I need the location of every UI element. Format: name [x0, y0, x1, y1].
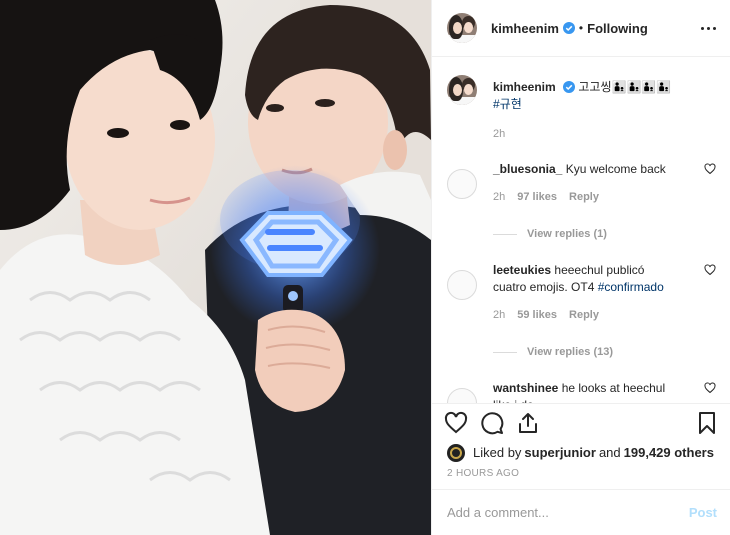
heart-icon[interactable] — [444, 411, 468, 435]
comment-reply-button[interactable]: Reply — [569, 189, 599, 206]
add-comment-input[interactable] — [447, 505, 689, 521]
view-replies-label: View replies (1) — [527, 228, 607, 241]
comment-item: leeteukies heeechul publicó cuatro emoji… — [447, 262, 716, 324]
comment-timestamp: 2h — [493, 309, 506, 322]
commenter-avatar[interactable] — [447, 270, 477, 301]
commenter-username-link[interactable]: leeteukies — [493, 263, 551, 277]
instagram-post-view: kimheenim • Following kimheenim — [0, 0, 730, 535]
author-avatar[interactable] — [447, 13, 477, 44]
post-actions-bar — [432, 402, 730, 441]
commenter-username-link[interactable]: _bluesonia_ — [493, 162, 562, 176]
post-timestamp[interactable]: 2 HOURS AGO — [432, 464, 730, 489]
caption-hashtag-link[interactable]: #규현 — [493, 97, 522, 111]
caption-username-link[interactable]: kimheenim — [493, 80, 556, 94]
liked-by-prefix: Liked by — [473, 445, 522, 461]
comment-item: _bluesonia_ Kyu welcome back 2h 97 likes… — [447, 161, 716, 206]
share-icon[interactable] — [516, 411, 540, 435]
view-replies-label: View replies (13) — [527, 346, 614, 359]
comments-section[interactable]: kimheenim 고고씽👨‍👦👨‍👦👨‍👦👨‍👦 #규현 2h — [432, 57, 730, 403]
author-username-link[interactable]: kimheenim — [491, 21, 559, 36]
comment-item: wantshinee he looks at heechul like i do — [447, 380, 716, 403]
view-replies-line — [493, 233, 517, 235]
caption-author-avatar[interactable] — [447, 75, 477, 106]
comment-timestamp: 2h — [493, 191, 506, 204]
more-options-icon[interactable] — [701, 23, 716, 34]
selfie-photo-illustration — [0, 0, 431, 535]
bookmark-icon[interactable] — [695, 411, 719, 435]
comment-text: Kyu welcome back — [565, 162, 666, 177]
add-comment-bar: Post — [432, 489, 730, 535]
comment-likes-count[interactable]: 59 likes — [517, 307, 557, 324]
post-photo[interactable] — [0, 0, 431, 535]
post-comment-button[interactable]: Post — [689, 505, 717, 520]
liker-avatar[interactable] — [447, 443, 465, 462]
view-replies-button[interactable]: View replies (1) — [493, 228, 716, 240]
post-header: kimheenim • Following — [432, 0, 730, 58]
following-button[interactable]: Following — [587, 21, 648, 36]
liked-by-row: Liked by superjunior and 199,429 others — [432, 441, 730, 464]
comment-reply-button[interactable]: Reply — [569, 307, 599, 324]
header-separator: • — [578, 21, 584, 36]
comment-bubble-icon[interactable] — [480, 411, 504, 435]
commenter-avatar[interactable] — [447, 388, 477, 403]
caption-text: 고고씽👨‍👦👨‍👦👨‍👦👨‍👦 — [578, 80, 672, 95]
caption-timestamp: 2h — [493, 128, 506, 141]
liker-username-link[interactable]: superjunior — [524, 445, 596, 460]
caption-verified-badge-icon — [563, 81, 576, 94]
comment-like-heart-icon[interactable] — [704, 264, 716, 276]
verified-badge-icon — [562, 22, 575, 35]
comment-like-heart-icon[interactable] — [704, 163, 716, 175]
commenter-avatar[interactable] — [447, 169, 477, 200]
view-replies-button[interactable]: View replies (13) — [493, 346, 716, 358]
liked-by-middle: and — [598, 445, 621, 461]
comment-likes-count[interactable]: 97 likes — [517, 189, 557, 206]
liked-by-others-link[interactable]: 199,429 others — [624, 445, 714, 460]
comment-like-heart-icon[interactable] — [704, 382, 716, 394]
comment-hashtag-link[interactable]: #confirmado — [598, 280, 664, 294]
post-caption: kimheenim 고고씽👨‍👦👨‍👦👨‍👦👨‍👦 #규현 2h — [447, 75, 716, 143]
view-replies-line — [493, 351, 517, 353]
commenter-username-link[interactable]: wantshinee — [493, 381, 558, 395]
post-details-panel: kimheenim • Following kimheenim — [431, 0, 730, 535]
